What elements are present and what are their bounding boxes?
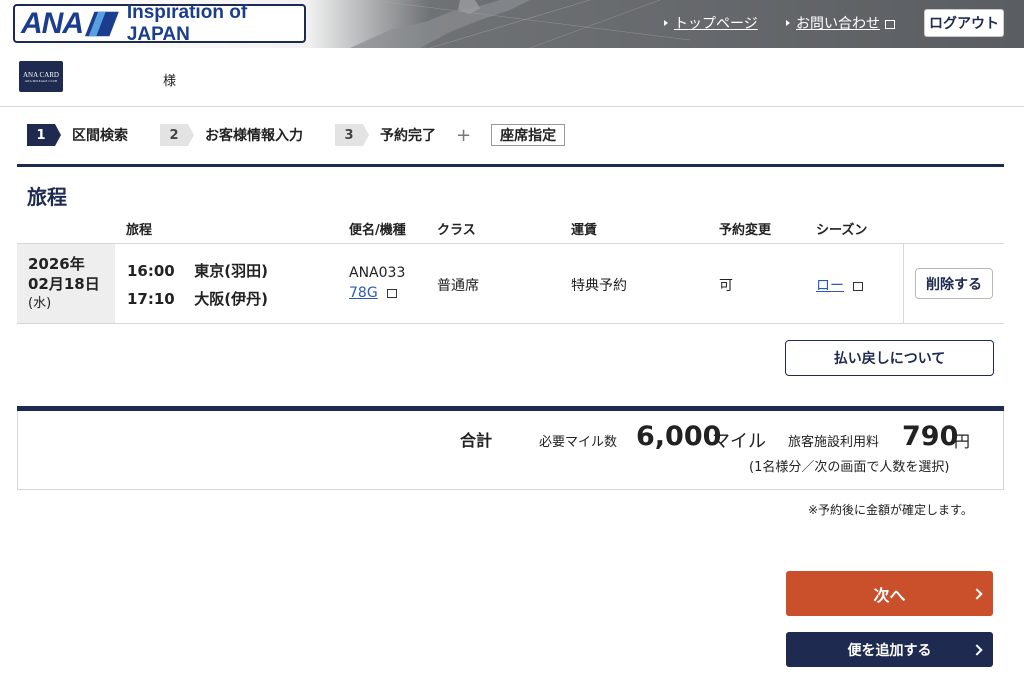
header-season: シーズン [816,223,868,238]
miles-value: 6,000 [636,421,722,452]
new-window-icon [387,289,398,298]
arrow-right-icon [664,20,668,26]
add-flight-button[interactable]: 便を追加する [786,632,993,667]
delete-button[interactable]: 削除する [915,268,993,299]
season-link[interactable]: ロー [816,278,844,294]
change-value: 可 [719,278,733,294]
fee-unit: 円 [954,432,971,451]
refund-info-button[interactable]: 払い戻しについて [785,340,994,376]
miles-label: 必要マイル数 [539,435,618,450]
top-page-link[interactable]: トップページ [664,13,758,33]
logout-button[interactable]: ログアウト [924,9,1004,37]
next-button[interactable]: 次へ [786,571,993,616]
class-value: 普通席 [437,278,479,294]
user-honorific: 様 [163,74,177,89]
plus-icon: + [456,124,472,146]
aircraft-cell: 78G [349,285,398,301]
flight-number: ANA033 [349,265,406,281]
contact-link[interactable]: お問い合わせ [786,13,895,33]
confirm-note: ※予約後に金額が確定します。 [808,503,973,517]
departure-line: 16:00 東京(羽田) [127,260,268,281]
header-itinerary: 旅程 [126,223,153,238]
new-window-icon [853,282,864,291]
total-box: 合計 必要マイル数 6,000 マイル 旅客施設利用料 790 円 (1名様分／… [17,411,1004,490]
arrival-time: 17:10 [127,290,175,308]
site-header: ANA Inspiration of JAPAN トップページ お問い合わせ ロ… [0,0,1024,48]
itinerary-title: 旅程 [27,185,67,209]
progress-steps: 1 区間検索 2 お客様情報入力 3 予約完了 + 座席指定 [27,124,566,146]
new-window-icon [885,19,895,29]
contact-link-label: お問い合わせ [796,16,880,32]
departure-airport: 東京(羽田) [194,262,268,280]
ana-logo[interactable]: ANA Inspiration of JAPAN [13,1,306,45]
column-divider [903,244,904,323]
step-3-label: 予約完了 [380,128,436,144]
aircraft-link[interactable]: 78G [349,285,378,301]
next-button-label: 次へ [873,585,906,605]
arrival-airport: 大阪(伊丹) [194,290,268,308]
header-flight: 便名/機種 [349,223,406,238]
logo-stripe-icon [85,11,119,36]
date-year: 2026年 [28,255,85,273]
total-label: 合計 [460,431,493,450]
step-1-number: 1 [27,124,61,146]
departure-time: 16:00 [127,262,175,280]
miles-unit: マイル [712,431,766,452]
step-1-label: 区間検索 [72,128,128,144]
section-divider [17,164,1004,167]
arrow-right-icon [786,20,790,26]
seat-selection-step: 座席指定 [491,124,566,146]
japan-map-graphic [350,0,690,48]
step-3-number: 3 [335,124,369,146]
chevron-right-icon [971,587,983,600]
fee-label: 旅客施設利用料 [788,435,880,450]
logo-text: ANA [21,6,84,40]
fee-note: (1名様分／次の画面で人数を選択) [749,460,950,475]
chevron-right-icon [971,643,983,656]
ana-card-image: ANA CARD ANA MILEAGE CLUB [19,61,63,92]
step-2-label: お客様情報入力 [205,128,303,144]
header-class: クラス [437,223,476,238]
card-subtext: ANA MILEAGE CLUB [24,78,58,83]
card-text: ANA CARD [23,70,59,79]
fare-value: 特典予約 [571,278,627,294]
date-day: 02月18日 [28,275,100,293]
header-fare: 運賃 [571,223,598,238]
logo-tagline: Inspiration of JAPAN [126,1,248,45]
date-weekday: (水) [28,296,52,311]
user-bar: ANA CARD ANA MILEAGE CLUB 様 [0,48,1024,107]
date-cell: 2026年 02月18日 (水) [17,244,115,323]
add-flight-button-label: 便を追加する [847,642,932,659]
arrival-line: 17:10 大阪(伊丹) [127,288,268,309]
step-2-number: 2 [160,124,194,146]
season-cell: ロー [816,275,864,295]
top-page-link-label: トップページ [674,16,758,32]
itinerary-row: 2026年 02月18日 (水) 16:00 東京(羽田) 17:10 大阪(伊… [17,243,1004,324]
fee-value: 790 [902,421,959,452]
header-change: 予約変更 [719,223,772,238]
